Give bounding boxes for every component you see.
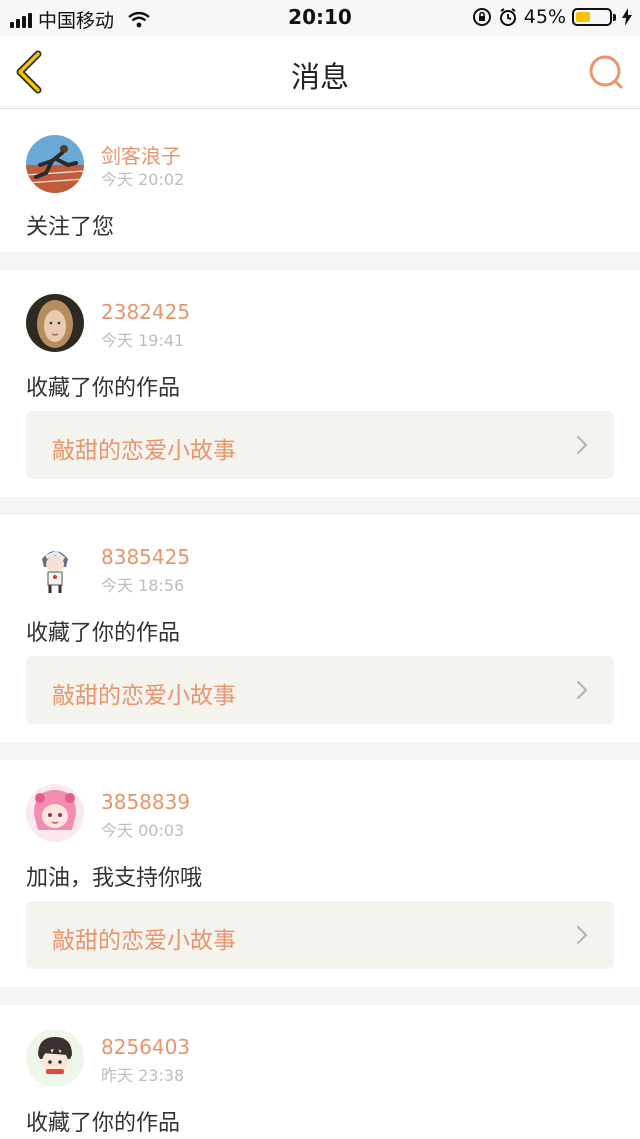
woman-portrait-avatar-icon [26,294,84,352]
message-card[interactable]: 8256403 昨天 23:38 收藏了你的作品 [0,1005,640,1139]
status-right: 45% [472,6,632,28]
chevron-right-icon [576,925,588,945]
anime-boy-avatar-2-icon [26,1029,84,1087]
avatar[interactable] [26,1029,84,1087]
username[interactable]: 剑客浪子 [101,140,181,169]
message-card[interactable]: 剑客浪子 今天 20:02 关注了您 [0,109,640,252]
chevron-right-icon [576,435,588,455]
message-text: 收藏了你的作品 [26,1111,181,1136]
avatar[interactable] [26,294,84,352]
work-link[interactable]: 敲甜的恋爱小故事 [26,411,614,479]
work-title: 敲甜的恋爱小故事 [52,438,236,464]
timestamp: 今天 20:02 [101,170,185,189]
message-text: 收藏了你的作品 [26,376,181,401]
alarm-icon [499,8,516,26]
anime-pink-girl-avatar-icon [26,784,84,842]
username[interactable]: 8256403 [101,1035,190,1059]
timestamp: 今天 19:41 [101,331,185,350]
runner-avatar-icon [26,135,84,193]
avatar[interactable] [26,784,84,842]
work-link[interactable]: 敲甜的恋爱小故事 [26,656,614,724]
search-icon[interactable] [586,52,626,92]
battery-fill [576,12,591,22]
message-text: 加油，我支持你哦 [26,866,203,891]
username[interactable]: 8385425 [101,545,190,569]
anime-boy-avatar-icon [26,539,84,597]
rotation-lock-icon [472,8,491,26]
chevron-right-icon [576,680,588,700]
username[interactable]: 2382425 [101,300,190,324]
work-title: 敲甜的恋爱小故事 [52,928,236,954]
work-title: 敲甜的恋爱小故事 [52,683,236,709]
status-bar: 中国移动 20:10 45% [0,0,640,36]
avatar[interactable] [26,539,84,597]
charging-icon [622,8,632,26]
message-card[interactable]: 2382425 今天 19:41 收藏了你的作品 敲甜的恋爱小故事 [0,270,640,497]
message-text: 收藏了你的作品 [26,621,181,646]
battery-icon [572,8,612,26]
message-card[interactable]: 3858839 今天 00:03 加油，我支持你哦 敲甜的恋爱小故事 [0,760,640,987]
message-text: 关注了您 [26,215,115,240]
avatar[interactable] [26,135,84,193]
work-link[interactable]: 敲甜的恋爱小故事 [26,901,614,969]
battery-percent: 45% [523,6,566,28]
timestamp: 今天 00:03 [101,821,185,840]
username[interactable]: 3858839 [101,790,190,814]
nav-bar: 消息 [0,36,640,109]
timestamp: 昨天 23:38 [101,1066,185,1085]
page-title: 消息 [290,60,349,94]
timestamp: 今天 18:56 [101,576,185,595]
message-card[interactable]: 8385425 今天 18:56 收藏了你的作品 敲甜的恋爱小故事 [0,515,640,742]
